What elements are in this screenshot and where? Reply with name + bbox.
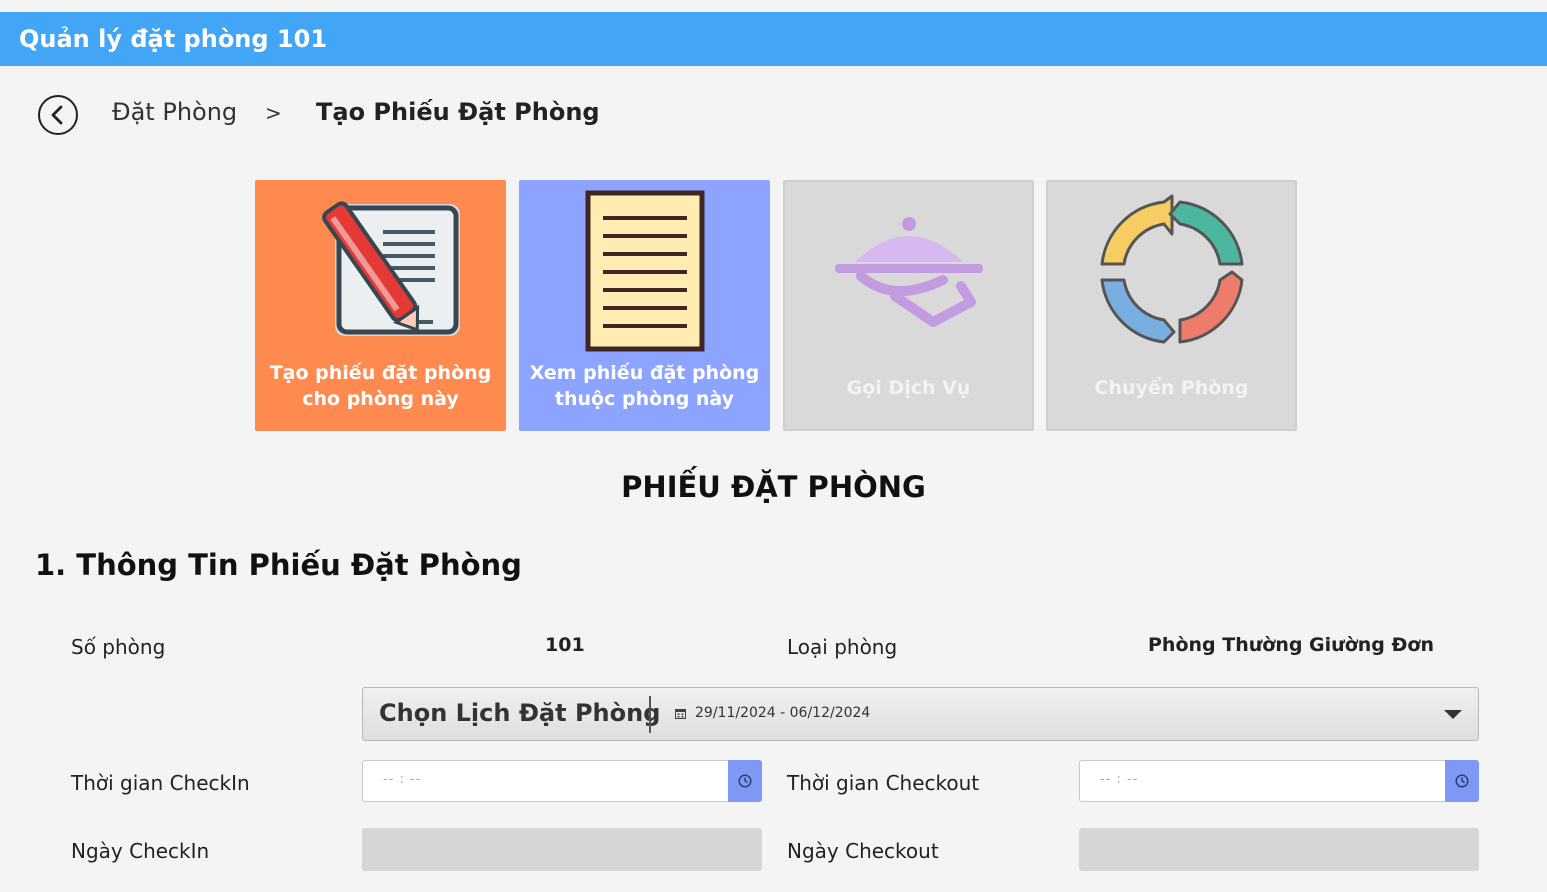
date-range-value: 29/11/2024 - 06/12/2024 bbox=[695, 705, 871, 721]
back-button[interactable] bbox=[38, 95, 78, 135]
checkin-time-input[interactable]: -- : -- bbox=[362, 760, 762, 802]
checkout-date-field bbox=[1079, 828, 1479, 871]
form-title: PHIẾU ĐẶT PHÒNG bbox=[621, 470, 926, 504]
view-bookings-label-1: Xem phiếu đặt phòng bbox=[529, 362, 760, 384]
room-type-label: Loại phòng bbox=[787, 635, 898, 659]
window-top-edge bbox=[0, 0, 1547, 12]
checkout-date-label: Ngày Checkout bbox=[787, 839, 939, 863]
change-room-label: Chuyển Phòng bbox=[1094, 377, 1249, 399]
clock-icon bbox=[1455, 774, 1469, 788]
cycle-arrows-icon bbox=[1100, 194, 1244, 344]
calendar-icon bbox=[675, 709, 686, 719]
checkin-date-label: Ngày CheckIn bbox=[71, 839, 210, 863]
checkout-time-label: Thời gian Checkout bbox=[787, 771, 980, 795]
document-list-icon bbox=[585, 190, 705, 352]
create-booking-label-2: cho phòng này bbox=[302, 388, 459, 410]
chevron-left-icon bbox=[51, 105, 63, 125]
view-bookings-label-2: thuộc phòng này bbox=[554, 388, 735, 410]
clock-icon bbox=[738, 774, 752, 788]
checkout-time-picker-button[interactable] bbox=[1445, 760, 1479, 802]
checkout-time-placeholder: -- : -- bbox=[1100, 772, 1139, 787]
call-service-tile[interactable]: Gọi Dịch Vụ bbox=[783, 180, 1034, 431]
checkin-time-picker-button[interactable] bbox=[728, 760, 762, 802]
view-bookings-tile[interactable]: Xem phiếu đặt phòng thuộc phòng này bbox=[519, 180, 770, 431]
change-room-tile[interactable]: Chuyển Phòng bbox=[1046, 180, 1297, 431]
section-title: 1. Thông Tin Phiếu Đặt Phòng bbox=[35, 548, 522, 582]
checkin-time-label: Thời gian CheckIn bbox=[71, 771, 250, 795]
create-booking-tile[interactable]: Tạo phiếu đặt phòng cho phòng này bbox=[255, 180, 506, 431]
chevron-down-icon bbox=[1444, 710, 1462, 719]
create-booking-label-1: Tạo phiếu đặt phòng bbox=[269, 362, 492, 384]
room-number-label: Số phòng bbox=[71, 635, 166, 659]
checkout-time-input[interactable]: -- : -- bbox=[1079, 760, 1479, 802]
breadcrumb-root[interactable]: Đặt Phòng bbox=[112, 98, 237, 126]
checkin-date-field bbox=[362, 828, 762, 871]
booking-date-picker[interactable]: Chọn Lịch Đặt Phòng 29/11/2024 - 06/12/2… bbox=[362, 687, 1479, 741]
room-number-value: 101 bbox=[545, 634, 585, 656]
form-pen-icon bbox=[322, 201, 460, 336]
window-title: Quản lý đặt phòng 101 bbox=[0, 12, 1547, 66]
date-picker-divider bbox=[649, 696, 651, 733]
room-type-value: Phòng Thường Giường Đơn bbox=[1148, 634, 1434, 656]
call-service-label: Gọi Dịch Vụ bbox=[846, 377, 971, 399]
checkin-time-placeholder: -- : -- bbox=[383, 772, 422, 787]
breadcrumb-current: Tạo Phiếu Đặt Phòng bbox=[316, 98, 600, 126]
breadcrumb-separator: > bbox=[265, 101, 282, 125]
date-picker-title: Chọn Lịch Đặt Phòng bbox=[379, 699, 661, 727]
room-service-icon bbox=[835, 217, 983, 327]
